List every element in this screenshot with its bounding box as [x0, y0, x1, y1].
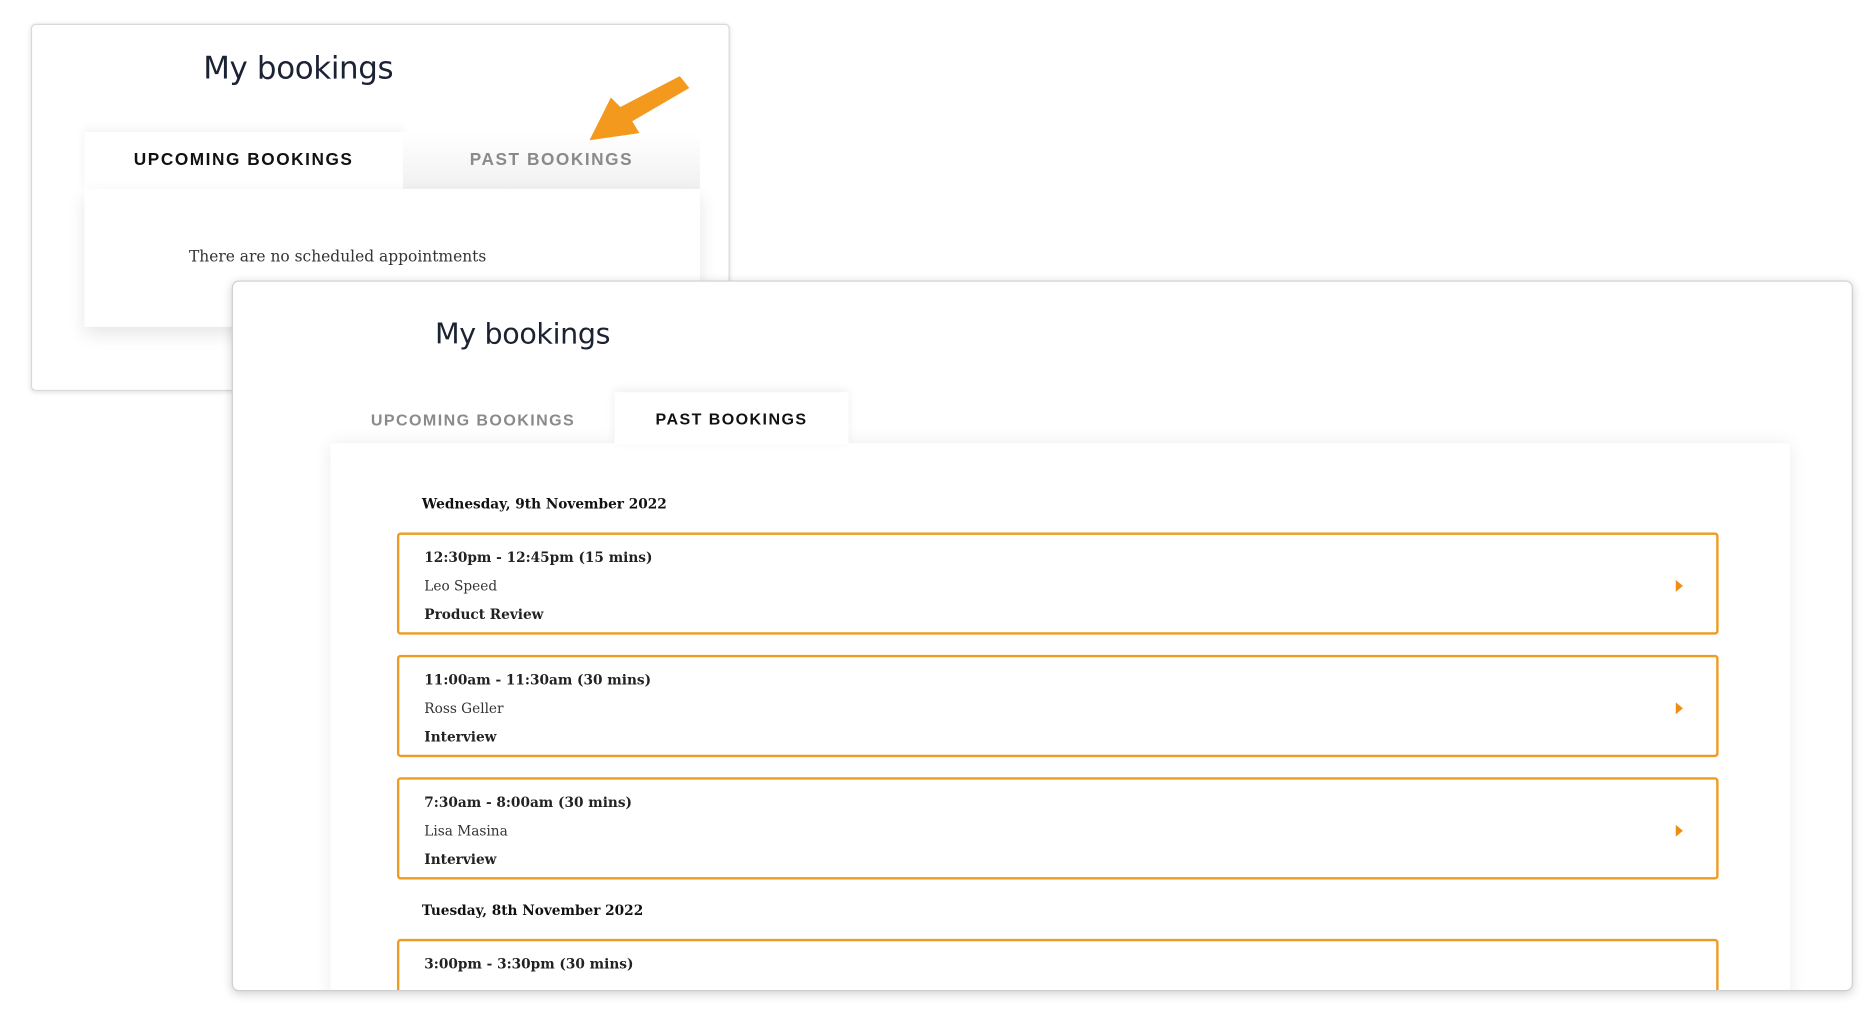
screenshot-canvas: My bookings UPCOMING BOOKINGS PAST BOOKI…: [0, 0, 1866, 1029]
booking-attendee: Leo Speed: [424, 577, 498, 595]
empty-state-message: There are no scheduled appointments: [188, 248, 487, 267]
chevron-right-icon: [1675, 702, 1683, 715]
booking-type: Interview: [424, 728, 497, 746]
booking-type: Product Review: [424, 606, 544, 623]
booking-attendee: Ross Geller: [424, 700, 504, 717]
booking-time: 7:30am - 8:00am (30 mins): [424, 793, 633, 811]
tab-upcoming-bookings[interactable]: UPCOMING BOOKINGS: [84, 131, 403, 189]
booking-card[interactable]: 3:00pm - 3:30pm (30 mins): [396, 938, 1719, 991]
tab-upcoming-bookings[interactable]: UPCOMING BOOKINGS: [330, 393, 615, 445]
booking-type: Interview: [424, 850, 497, 868]
booking-card[interactable]: 12:30pm - 12:45pm (15 mins) Leo Speed Pr…: [396, 532, 1719, 635]
date-heading: Tuesday, 8th November 2022: [421, 902, 644, 919]
chevron-right-icon: [1675, 824, 1683, 837]
arrow-annotation-icon: [589, 76, 690, 141]
booking-time: 12:30pm - 12:45pm (15 mins): [424, 549, 653, 566]
booking-time: 3:00pm - 3:30pm (30 mins): [424, 955, 634, 973]
page-title: My bookings: [203, 51, 394, 87]
tab-past-bookings[interactable]: PAST BOOKINGS: [614, 392, 849, 445]
past-bookings-list: Wednesday, 9th November 2022 12:30pm - 1…: [330, 443, 1790, 991]
date-heading: Wednesday, 9th November 2022: [421, 495, 667, 513]
page-title: My bookings: [434, 317, 611, 351]
chevron-right-icon: [1675, 579, 1683, 592]
past-bookings-panel: My bookings UPCOMING BOOKINGS PAST BOOKI…: [231, 280, 1853, 992]
booking-time: 11:00am - 11:30am (30 mins): [424, 671, 652, 689]
stage: My bookings UPCOMING BOOKINGS PAST BOOKI…: [0, 0, 1866, 1029]
booking-attendee: Lisa Masina: [424, 822, 508, 840]
booking-card[interactable]: 7:30am - 8:00am (30 mins) Lisa Masina In…: [396, 777, 1719, 880]
booking-card[interactable]: 11:00am - 11:30am (30 mins) Ross Geller …: [396, 654, 1719, 758]
